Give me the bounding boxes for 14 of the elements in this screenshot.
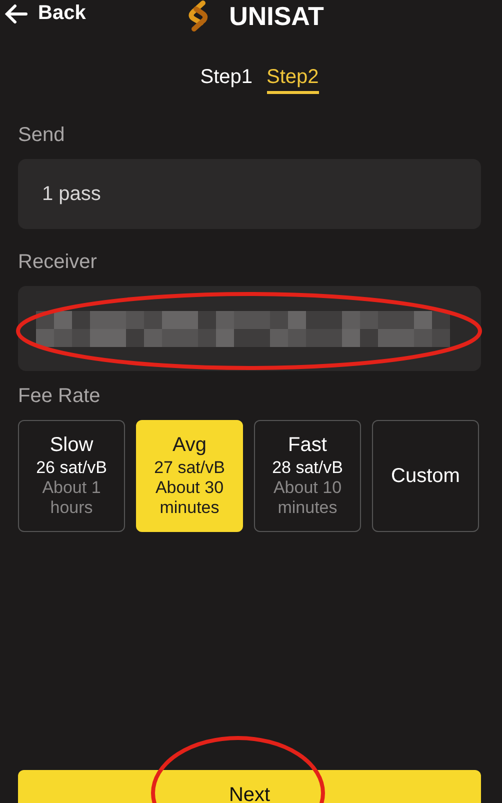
fee-rate-label: Fee Rate [18, 385, 102, 408]
send-field[interactable]: 1 pass [18, 159, 481, 229]
next-button[interactable]: Next [18, 770, 481, 803]
fee-option[interactable]: Slow 26 sat/vB About 1 hours [18, 420, 125, 532]
step-tab[interactable]: Step1 [200, 66, 252, 94]
back-arrow-icon [4, 4, 28, 24]
step-tab[interactable]: Step2 [266, 66, 319, 94]
back-button[interactable]: Back [4, 2, 86, 25]
send-label: Send [18, 124, 66, 147]
app-title: UNISAT [229, 0, 324, 32]
fee-option[interactable]: Avg 27 sat/vB About 30 minutes [136, 420, 243, 532]
fee-option[interactable]: Custom [372, 420, 479, 532]
receiver-label: Receiver [18, 251, 98, 274]
fee-option[interactable]: Fast 28 sat/vB About 10 minutes [254, 420, 361, 532]
